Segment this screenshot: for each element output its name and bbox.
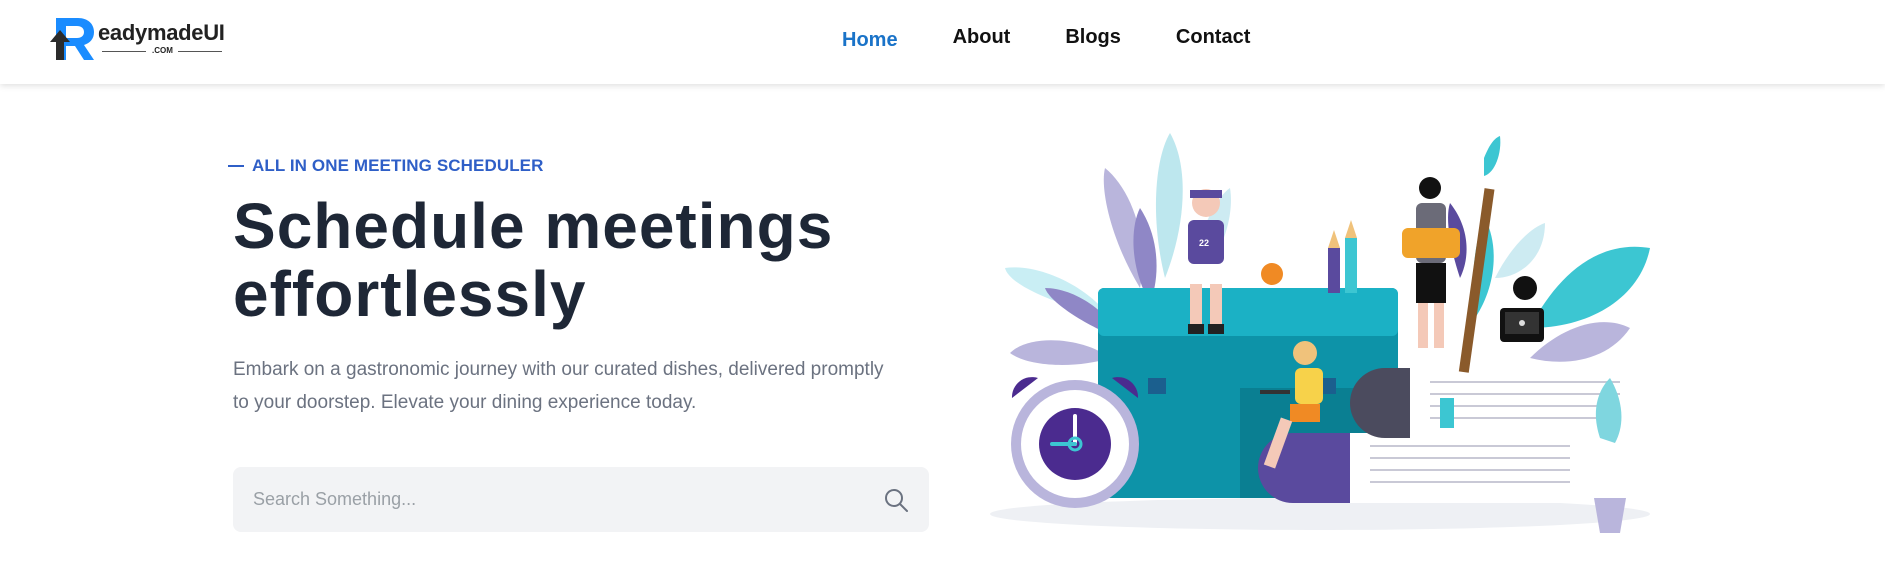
hero-title: Schedule meetings effortlessly (233, 192, 933, 328)
jersey-number: 22 (1199, 238, 1209, 248)
hero-eyebrow: ALL IN ONE MEETING SCHEDULER (228, 156, 544, 176)
hero-description-line-2: to your doorstep. Elevate your dining ex… (233, 392, 697, 413)
hero-illustration: 22 (990, 133, 1650, 533)
person-backpack-icon (1402, 177, 1460, 348)
logo-r-icon (50, 18, 94, 60)
eyebrow-dash (228, 165, 244, 167)
person-laptop-right-icon (1500, 276, 1544, 342)
hero-title-line-1: Schedule meetings (233, 190, 834, 262)
site-header: eadymadeUI .COM Home About Blogs Contact (0, 0, 1885, 84)
search-icon[interactable] (883, 487, 909, 513)
logo-divider (178, 51, 222, 52)
logo-subtext: .COM (152, 46, 173, 55)
brand-logo[interactable]: eadymadeUI .COM (48, 16, 238, 64)
main-nav: Home About Blogs Contact (842, 26, 1305, 52)
search-bar (233, 467, 929, 532)
logo-text: eadymadeUI (98, 20, 225, 45)
eyebrow-text: ALL IN ONE MEETING SCHEDULER (252, 156, 544, 175)
logo-divider (102, 51, 146, 52)
logo-subtext-row: .COM (102, 46, 222, 58)
hero-description-line-1: Embark on a gastronomic journey with our… (233, 359, 884, 380)
search-input[interactable] (253, 467, 853, 532)
nav-about[interactable]: About (953, 26, 1011, 52)
nav-contact[interactable]: Contact (1176, 26, 1250, 52)
nav-home[interactable]: Home (842, 29, 898, 52)
hero-description: Embark on a gastronomic journey with our… (233, 353, 933, 419)
nav-blogs[interactable]: Blogs (1065, 26, 1121, 52)
pencils-icon (1328, 220, 1357, 293)
hero-title-line-2: effortlessly (233, 258, 587, 330)
